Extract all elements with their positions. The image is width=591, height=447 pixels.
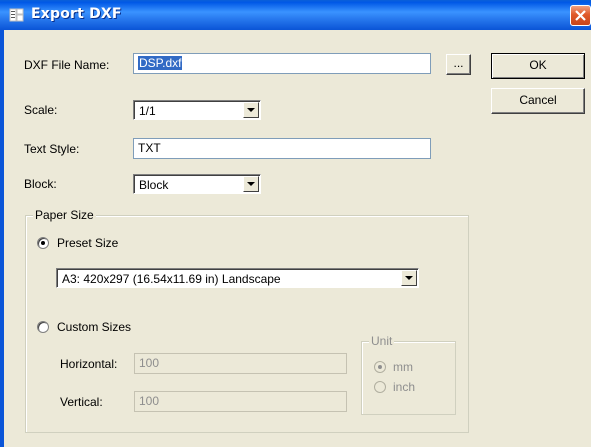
scale-value: 1/1 — [139, 104, 156, 118]
block-value: Block — [139, 178, 169, 192]
file-name-label: DXF File Name: — [24, 58, 110, 72]
window-frame-left — [0, 30, 4, 447]
chevron-down-icon — [405, 276, 413, 280]
text-style-value: TXT — [138, 141, 161, 155]
ok-button[interactable]: OK — [491, 53, 585, 79]
unit-mm-label: mm — [393, 360, 413, 374]
block-dropdown-button[interactable] — [243, 176, 259, 192]
ok-button-label: OK — [529, 58, 547, 72]
close-button[interactable] — [570, 5, 591, 26]
block-select[interactable]: Block — [133, 174, 261, 194]
unit-inch-radio[interactable] — [374, 381, 386, 393]
horizontal-label: Horizontal: — [60, 357, 118, 371]
vertical-label: Vertical: — [60, 395, 103, 409]
custom-sizes-radio[interactable] — [37, 321, 49, 333]
chevron-down-icon — [247, 182, 255, 186]
title-bar[interactable]: Export DXF — [0, 0, 591, 30]
preset-size-radio[interactable] — [37, 237, 49, 249]
preset-size-value: A3: 420x297 (16.54x11.69 in) Landscape — [62, 272, 281, 286]
scale-dropdown-button[interactable] — [243, 102, 259, 118]
browse-button[interactable]: ... — [446, 54, 471, 75]
preset-size-select[interactable]: A3: 420x297 (16.54x11.69 in) Landscape — [56, 268, 419, 288]
cancel-button-label: Cancel — [519, 93, 557, 107]
vertical-value: 100 — [139, 394, 160, 408]
preset-size-dropdown-button[interactable] — [401, 270, 417, 286]
window-title: Export DXF — [31, 6, 122, 22]
horizontal-input[interactable]: 100 — [134, 353, 347, 374]
file-name-input[interactable]: DSP.dxf — [133, 53, 431, 74]
dxf-export-icon — [9, 7, 25, 23]
horizontal-value: 100 — [139, 356, 160, 370]
unit-group — [361, 341, 456, 415]
preset-size-label: Preset Size — [57, 236, 119, 250]
text-style-input[interactable]: TXT — [133, 138, 431, 159]
file-name-value: DSP.dxf — [138, 56, 183, 70]
text-style-label: Text Style: — [24, 142, 80, 156]
block-label: Block: — [24, 177, 57, 191]
scale-label: Scale: — [24, 103, 58, 117]
close-icon — [575, 10, 586, 21]
paper-size-title: Paper Size — [33, 208, 96, 222]
scale-select[interactable]: 1/1 — [133, 100, 261, 120]
custom-sizes-label: Custom Sizes — [57, 320, 132, 334]
vertical-input[interactable]: 100 — [134, 391, 347, 412]
unit-inch-label: inch — [393, 380, 416, 394]
cancel-button[interactable]: Cancel — [491, 88, 585, 114]
unit-mm-radio[interactable] — [374, 361, 386, 373]
chevron-down-icon — [247, 108, 255, 112]
unit-title: Unit — [369, 334, 395, 348]
browse-button-label: ... — [453, 56, 464, 70]
